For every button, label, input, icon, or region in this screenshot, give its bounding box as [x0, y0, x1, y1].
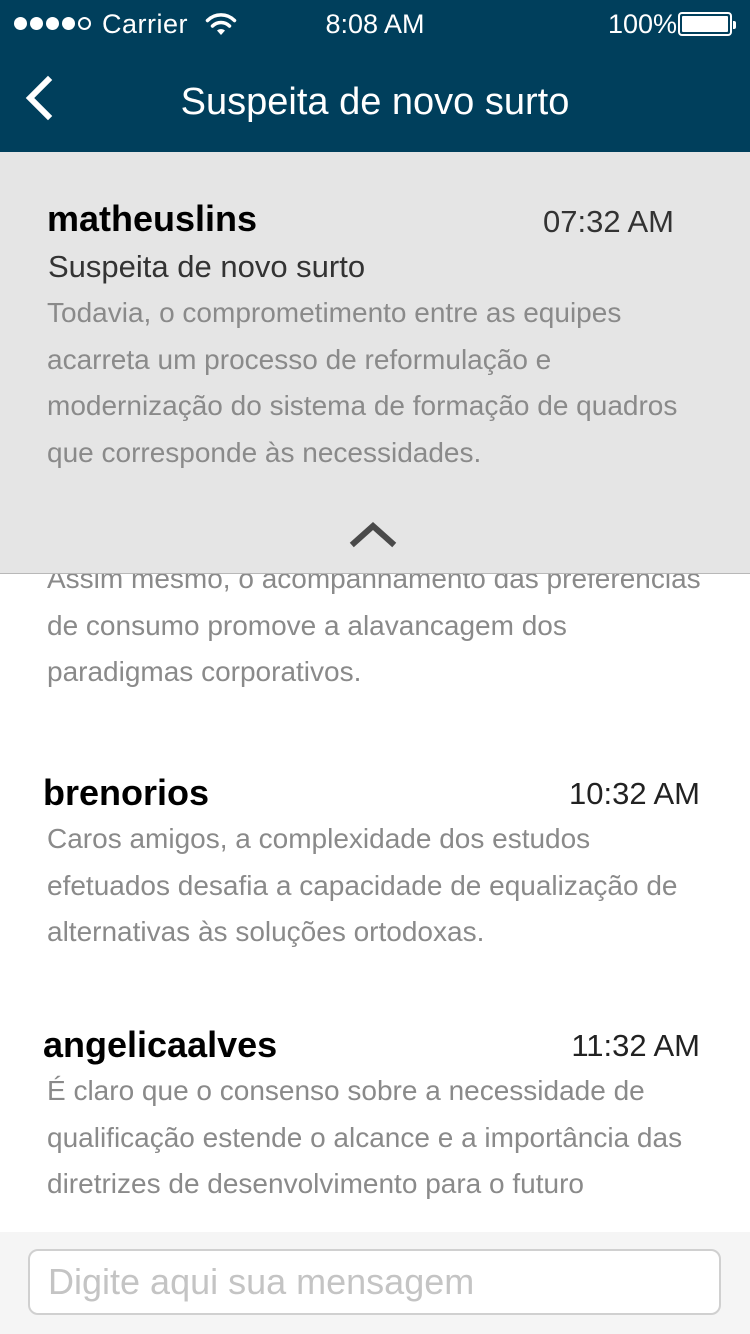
- message-subject: Suspeita de novo surto: [48, 249, 366, 284]
- message-author: angelicaalves: [43, 1024, 278, 1065]
- battery-icon: [678, 12, 736, 36]
- message-author: matheuslins: [47, 198, 258, 239]
- status-bar: Carrier 8:08 AM 100%: [0, 0, 750, 48]
- page-title: Suspeita de novo surto: [180, 81, 570, 123]
- message-time: 07:32 AM: [543, 204, 674, 239]
- list-item-partial-message: Assim mesmo, o acompanhamento das prefer…: [47, 563, 701, 687]
- expanded-message-card: matheuslins 07:32 AM Suspeita de novo su…: [0, 152, 750, 574]
- message-list[interactable]: Assim mesmo, o acompanhamento das prefer…: [0, 152, 750, 1232]
- chevron-up-icon[interactable]: [348, 516, 398, 552]
- message-body: Caros amigos, a complexidade dos estudos…: [47, 823, 678, 947]
- message-input[interactable]: [28, 1249, 721, 1315]
- message-author: brenorios: [43, 772, 210, 813]
- navigation-bar: Suspeita de novo surto: [0, 48, 750, 152]
- composer-bar: [0, 1232, 750, 1334]
- message-time: 11:32 AM: [571, 1028, 700, 1063]
- message-time: 10:32 AM: [569, 776, 700, 811]
- message-body: É claro que o consenso sobre a necessida…: [47, 1075, 683, 1199]
- battery-percentage: 100%: [608, 9, 678, 39]
- message-body: Todavia, o comprometimento entre as equi…: [47, 297, 678, 468]
